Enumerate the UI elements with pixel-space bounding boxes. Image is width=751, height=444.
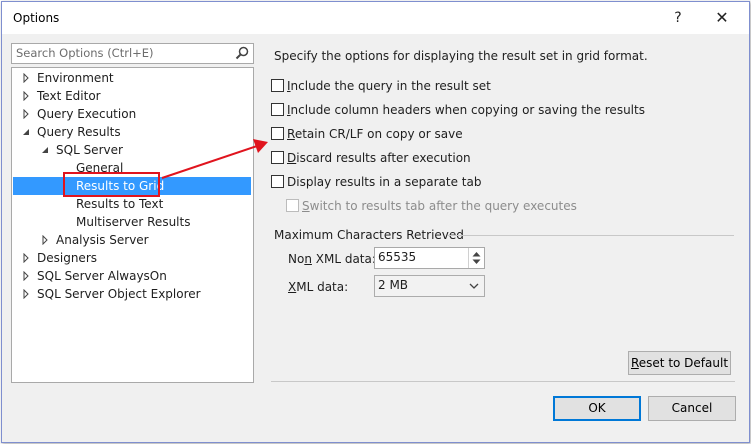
checkbox[interactable] xyxy=(271,79,284,92)
tree-item[interactable]: Query Execution xyxy=(12,105,250,123)
tree-item[interactable]: Analysis Server xyxy=(12,231,250,249)
ok-button[interactable]: OK xyxy=(553,396,641,421)
tree-item-label: Query Results xyxy=(37,125,121,139)
checkbox-label: Retain CR/LF on copy or save xyxy=(287,127,463,141)
chevron-up-icon[interactable] xyxy=(472,251,481,257)
cancel-button[interactable]: Cancel xyxy=(648,396,736,421)
tree-item-label: SQL Server AlwaysOn xyxy=(37,269,167,283)
tree-item[interactable]: Designers xyxy=(12,249,250,267)
tree-item-label: SQL Server xyxy=(56,143,123,157)
checkbox-label: Display results in a separate tab xyxy=(287,175,482,189)
options-tree[interactable]: Environment Text Editor Query Execution Que… xyxy=(11,67,254,383)
expand-arrow-icon[interactable] xyxy=(21,73,31,83)
xml-data-value: 2 MB xyxy=(378,278,409,292)
tree-item-label: Designers xyxy=(37,251,97,265)
expand-arrow-icon[interactable] xyxy=(21,109,31,119)
tree-item[interactable]: Text Editor xyxy=(12,87,250,105)
reset-to-default-button[interactable]: Reset to Default xyxy=(628,351,731,375)
tree-item-label: Text Editor xyxy=(37,89,101,103)
checkbox[interactable] xyxy=(271,151,284,164)
non-xml-data-stepper[interactable]: 65535 xyxy=(374,247,485,269)
non-xml-data-label: Non XML data: xyxy=(288,252,376,266)
tree-item-label: Query Execution xyxy=(37,107,137,121)
tree-item-label: Analysis Server xyxy=(56,233,149,247)
tree-item[interactable]: SQL Server AlwaysOn xyxy=(12,267,250,285)
stepper-buttons[interactable] xyxy=(468,248,484,268)
search-options-input[interactable]: Search Options (Ctrl+E) xyxy=(11,43,254,64)
collapse-arrow-icon[interactable] xyxy=(21,127,31,137)
tree-item[interactable]: Query Results xyxy=(12,123,250,141)
help-button[interactable]: ? xyxy=(663,7,693,29)
collapse-arrow-icon[interactable] xyxy=(40,145,50,155)
xml-data-select[interactable]: 2 MB xyxy=(374,275,485,297)
tree-item[interactable]: Environment xyxy=(12,69,250,87)
tree-item[interactable]: SQL Server Object Explorer xyxy=(12,285,250,303)
checkbox xyxy=(286,199,299,212)
expand-arrow-icon[interactable] xyxy=(21,91,31,101)
search-icon[interactable] xyxy=(234,45,250,61)
tree-item-label: SQL Server Object Explorer xyxy=(37,287,201,301)
search-placeholder: Search Options (Ctrl+E) xyxy=(16,46,154,60)
checkbox-label: Include the query in the result set xyxy=(287,79,491,93)
expand-arrow-icon[interactable] xyxy=(21,271,31,281)
tree-item[interactable]: Multiserver Results xyxy=(12,213,250,231)
checkbox-label: Include column headers when copying or s… xyxy=(287,103,645,117)
annotation-highlight-box xyxy=(63,172,160,197)
tree-item[interactable]: Results to Text xyxy=(12,195,250,213)
checkbox-label: Switch to results tab after the query ex… xyxy=(302,199,577,213)
checkbox[interactable] xyxy=(271,127,284,140)
close-button[interactable]: ✕ xyxy=(707,7,737,29)
checkbox-label: Discard results after execution xyxy=(287,151,471,165)
checkbox[interactable] xyxy=(271,103,284,116)
non-xml-data-value[interactable]: 65535 xyxy=(378,250,416,264)
page-description: Specify the options for displaying the r… xyxy=(274,49,648,63)
chevron-down-icon xyxy=(469,283,479,289)
title-bar: Options ? ✕ xyxy=(2,2,749,34)
tree-item-label: Environment xyxy=(37,71,114,85)
expand-arrow-icon[interactable] xyxy=(21,253,31,263)
window-title: Options xyxy=(13,11,60,25)
expand-arrow-icon[interactable] xyxy=(21,289,31,299)
group-divider xyxy=(448,235,734,236)
max-chars-group-title: Maximum Characters Retrieved xyxy=(274,228,464,242)
tree-item-label: Results to Text xyxy=(76,197,164,211)
footer-divider xyxy=(271,381,735,382)
checkbox[interactable] xyxy=(271,175,284,188)
expand-arrow-icon[interactable] xyxy=(40,235,50,245)
tree-item-label: Multiserver Results xyxy=(76,215,191,229)
tree-item[interactable]: SQL Server xyxy=(12,141,250,159)
xml-data-label: XML data: xyxy=(288,280,349,294)
chevron-down-icon[interactable] xyxy=(472,259,481,265)
